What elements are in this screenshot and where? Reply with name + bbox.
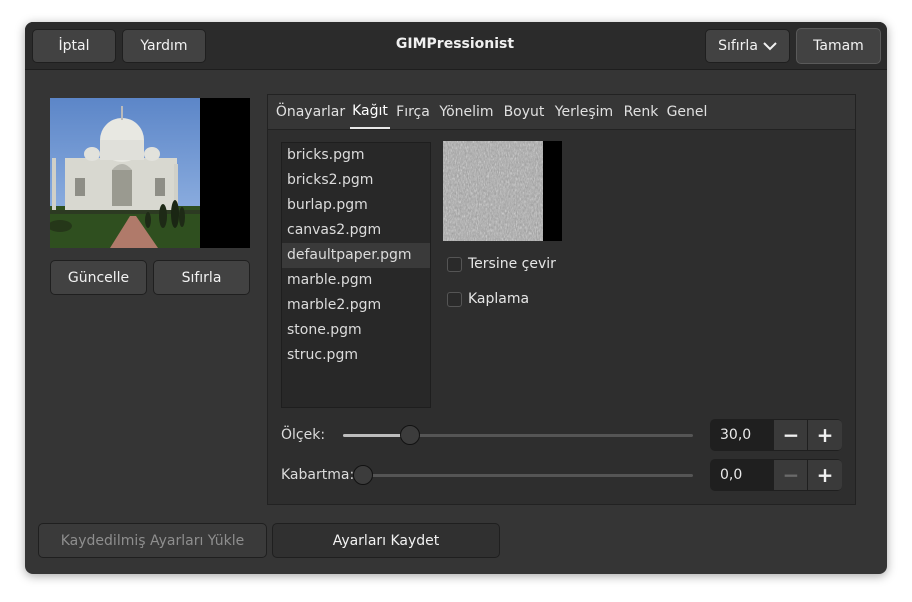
scale-slider-track[interactable]: [343, 434, 693, 437]
paper-item[interactable]: marble2.pgm: [282, 293, 430, 318]
paper-list[interactable]: bricks.pgm bricks2.pgm burlap.pgm canvas…: [281, 142, 431, 408]
invert-label: Tersine çevir: [468, 256, 556, 272]
tab-presets[interactable]: Önayarlar: [274, 95, 347, 129]
relief-slider-handle[interactable]: [353, 465, 373, 485]
tab-orientation[interactable]: Yönelim: [437, 95, 496, 129]
dialog-title: GIMPressionist: [395, 36, 515, 52]
reset-presets-label: Sıfırla: [718, 38, 758, 54]
chevron-down-icon: [763, 42, 777, 51]
gimpressionist-dialog: İptal Yardım GIMPressionist Sıfırla Tama…: [25, 22, 887, 574]
paper-item[interactable]: struc.pgm: [282, 343, 430, 368]
relief-value-input[interactable]: 0,0: [711, 460, 773, 490]
tab-brush[interactable]: Fırça: [394, 95, 432, 129]
help-button[interactable]: Yardım: [122, 29, 206, 63]
tab-general[interactable]: Genel: [664, 95, 710, 129]
scale-spinbutton[interactable]: 30,0 − +: [710, 419, 842, 451]
taj-mahal-preview: [50, 98, 250, 248]
relief-spinbutton[interactable]: 0,0 − +: [710, 459, 842, 491]
paper-item-selected[interactable]: defaultpaper.pgm: [282, 243, 430, 268]
reset-presets-button[interactable]: Sıfırla: [705, 29, 790, 63]
scale-label: Ölçek:: [281, 427, 326, 443]
paper-texture-preview: [443, 141, 562, 241]
tab-size[interactable]: Boyut: [501, 95, 547, 129]
paper-item[interactable]: marble.pgm: [282, 268, 430, 293]
header-bar: İptal Yardım GIMPressionist Sıfırla Tama…: [25, 22, 887, 70]
tab-color[interactable]: Renk: [621, 95, 661, 129]
paper-item[interactable]: canvas2.pgm: [282, 218, 430, 243]
cancel-button[interactable]: İptal: [32, 29, 116, 63]
scale-slider-handle[interactable]: [399, 425, 420, 445]
relief-slider-track[interactable]: [363, 474, 693, 477]
paper-item[interactable]: bricks.pgm: [282, 143, 430, 168]
overlay-label: Kaplama: [468, 291, 530, 307]
relief-decrease-button: −: [773, 460, 808, 490]
preview-image: [50, 98, 250, 248]
tab-bar: Önayarlar Kağıt Fırça Yönelim Boyut Yerl…: [268, 95, 855, 130]
scale-decrease-button[interactable]: −: [773, 420, 808, 450]
paper-item[interactable]: burlap.pgm: [282, 193, 430, 218]
tab-placement[interactable]: Yerleşim: [551, 95, 617, 129]
invert-checkbox-box[interactable]: [447, 256, 462, 272]
scale-value-input[interactable]: 30,0: [711, 420, 773, 450]
save-settings-button[interactable]: Ayarları Kaydet: [272, 523, 500, 558]
notebook-frame: Önayarlar Kağıt Fırça Yönelim Boyut Yerl…: [267, 94, 856, 505]
paper-item[interactable]: bricks2.pgm: [282, 168, 430, 193]
load-saved-settings-button: Kaydedilmiş Ayarları Yükle: [38, 523, 267, 558]
paper-item[interactable]: stone.pgm: [282, 318, 430, 343]
update-preview-button[interactable]: Güncelle: [50, 260, 147, 295]
invert-checkbox[interactable]: Tersine çevir: [447, 256, 556, 272]
overlay-checkbox-box[interactable]: [447, 291, 462, 307]
tab-paper[interactable]: Kağıt: [350, 95, 390, 129]
relief-increase-button[interactable]: +: [807, 460, 842, 490]
reset-preview-button[interactable]: Sıfırla: [153, 260, 250, 295]
relief-label: Kabartma:: [281, 467, 355, 483]
ok-button[interactable]: Tamam: [796, 28, 881, 64]
overlay-checkbox[interactable]: Kaplama: [447, 291, 529, 307]
scale-increase-button[interactable]: +: [807, 420, 842, 450]
